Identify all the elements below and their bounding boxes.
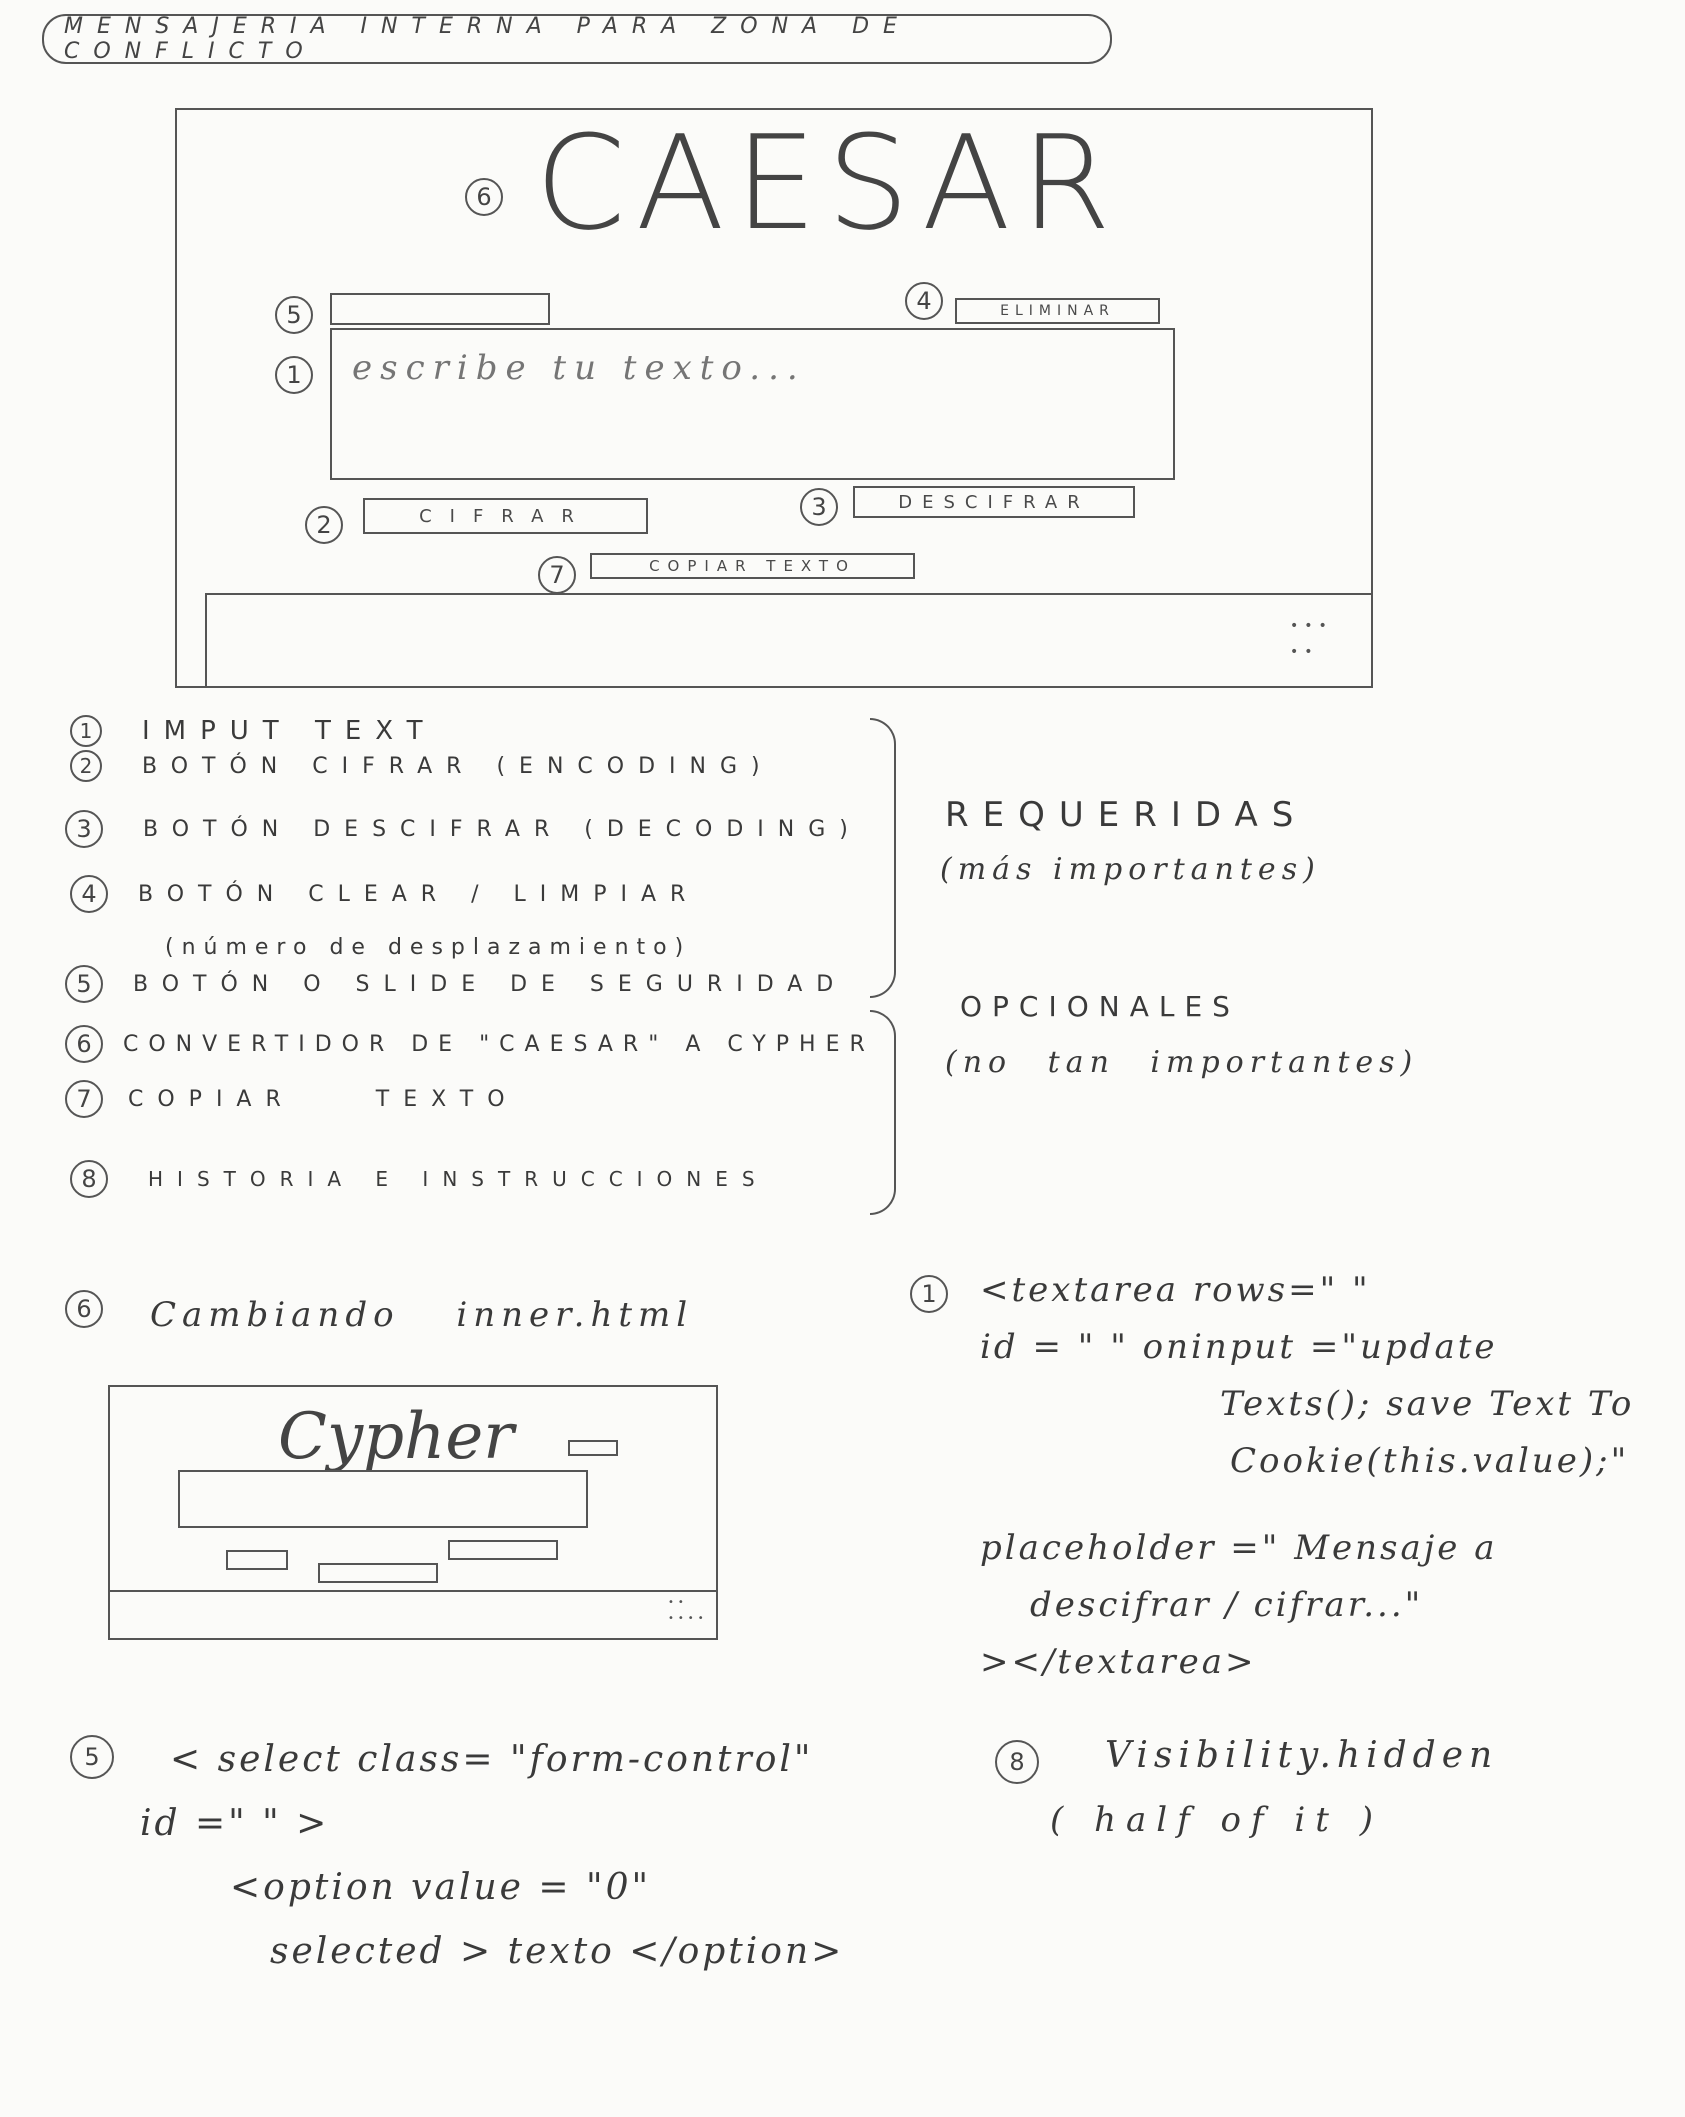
- mockup-window: 6 CAESAR 5 4 ELIMINAR 1 2 CIFRAR 3 DESCI…: [175, 108, 1373, 688]
- code-line: id =" " >: [140, 1803, 330, 1844]
- required-brace: [870, 718, 896, 998]
- feature-item-8: 8 HISTORIA E INSTRUCCIONES: [70, 1160, 769, 1198]
- shift-select[interactable]: [330, 293, 550, 325]
- feature-label: COPIAR TEXTO: [128, 1086, 519, 1112]
- note-8-note: ( half of it ): [1050, 1800, 1383, 1840]
- feature-label: BOTÓN CLEAR / LIMPIAR: [138, 881, 700, 907]
- feature-item-5: 5 BOTÓN O SLIDE DE SEGURIDAD: [65, 965, 847, 1003]
- note-8-text: Visibility.hidden: [1105, 1735, 1499, 1776]
- feature-num: 7: [65, 1080, 103, 1118]
- feature-item-1: 1 IMPUT TEXT: [70, 715, 437, 747]
- decode-button[interactable]: DESCIFRAR: [853, 486, 1135, 518]
- feature-item-3: 3 BOTÓN DESCIFRAR (DECODING): [65, 810, 862, 848]
- marker-7: 7: [538, 556, 576, 594]
- note-1-code: <textarea rows=" " id = " " oninput ="up…: [980, 1262, 1670, 1691]
- code-line: < select class= "form-control": [170, 1739, 814, 1780]
- required-note: (más importantes): [940, 852, 1321, 887]
- feature-item-4: 4 BOTÓN CLEAR / LIMPIAR: [70, 875, 699, 913]
- cypher-textarea[interactable]: [178, 1470, 588, 1528]
- code-line: id = " " oninput ="update: [980, 1327, 1498, 1367]
- cypher-title: Cypher: [278, 1400, 514, 1474]
- code-line: Texts(); save Text To: [1220, 1384, 1635, 1424]
- optional-note: (no tan importantes): [945, 1045, 1419, 1080]
- code-line: selected > texto </option>: [270, 1931, 845, 1972]
- marker-5: 5: [275, 296, 313, 334]
- optional-brace: [870, 1010, 896, 1215]
- delete-button[interactable]: ELIMINAR: [955, 298, 1160, 324]
- marker-4: 4: [905, 282, 943, 320]
- cypher-footer: [108, 1590, 718, 1640]
- note-5-code: < select class= "form-control" id =" " >…: [140, 1728, 940, 1984]
- feature-label: BOTÓN CIFRAR (ENCODING): [142, 753, 774, 779]
- footer-dots-icon: ••• ••: [1290, 618, 1333, 660]
- copy-text-button[interactable]: COPIAR TEXTO: [590, 553, 915, 579]
- note-8-marker: 8: [995, 1740, 1039, 1784]
- code-line: descifrar / cifrar...": [1030, 1585, 1424, 1625]
- cypher-encode-button[interactable]: [226, 1550, 288, 1570]
- marker-1: 1: [275, 356, 313, 394]
- page-title: MENSAJERIA INTERNA PARA ZONA DE CONFLICT…: [64, 14, 911, 64]
- cypher-select[interactable]: [568, 1440, 618, 1456]
- feature-num: 5: [65, 965, 103, 1003]
- message-textarea[interactable]: [330, 328, 1175, 480]
- note-1-marker: 1: [910, 1275, 948, 1313]
- feature-label: HISTORIA E INSTRUCCIONES: [148, 1167, 769, 1191]
- feature-item-7: 7 COPIAR TEXTO: [65, 1080, 519, 1118]
- marker-3: 3: [800, 488, 838, 526]
- encode-button[interactable]: CIFRAR: [363, 498, 648, 534]
- optional-title: OPCIONALES: [960, 990, 1240, 1023]
- feature-num: 6: [65, 1025, 103, 1063]
- mockup-footer: [205, 593, 1373, 688]
- cypher-mockup: Cypher •• ••••: [108, 1385, 718, 1640]
- app-title: CAESAR: [535, 107, 1122, 259]
- feature-num: 2: [70, 750, 102, 782]
- feature-label: CONVERTIDOR DE "CAESAR" A CYPHER: [123, 1031, 875, 1057]
- feature-label: BOTÓN DESCIFRAR (DECODING): [143, 816, 862, 842]
- note-5-marker: 5: [70, 1735, 114, 1779]
- cypher-copy-button[interactable]: [318, 1563, 438, 1583]
- cypher-dots-icon: •• ••••: [668, 1597, 708, 1624]
- note-6-text: Cambiando inner.html: [150, 1295, 694, 1335]
- code-line: <textarea rows=" ": [980, 1270, 1371, 1310]
- feature-list: 1 IMPUT TEXT 2 BOTÓN CIFRAR (ENCODING) 3…: [60, 710, 900, 1210]
- header-banner: MENSAJERIA INTERNA PARA ZONA DE CONFLICT…: [42, 14, 1112, 64]
- cypher-decode-button[interactable]: [448, 1540, 558, 1560]
- feature-num: 8: [70, 1160, 108, 1198]
- code-line: <option value = "0": [230, 1867, 652, 1908]
- feature-num: 1: [70, 715, 102, 747]
- marker-2: 2: [305, 506, 343, 544]
- feature-note-5: (número de desplazamiento): [165, 935, 692, 960]
- code-line: placeholder =" Mensaje a: [980, 1528, 1498, 1568]
- feature-item-2: 2 BOTÓN CIFRAR (ENCODING): [70, 750, 774, 782]
- note-6-marker: 6: [65, 1290, 103, 1328]
- code-line: ></textarea>: [980, 1642, 1257, 1682]
- feature-item-6: 6 CONVERTIDOR DE "CAESAR" A CYPHER: [65, 1025, 875, 1063]
- feature-label: IMPUT TEXT: [142, 716, 437, 746]
- feature-num: 3: [65, 810, 103, 848]
- feature-num: 4: [70, 875, 108, 913]
- required-title: REQUERIDAS: [945, 795, 1308, 835]
- marker-6: 6: [465, 178, 503, 216]
- code-line: Cookie(this.value);": [1230, 1441, 1630, 1481]
- feature-label: BOTÓN O SLIDE DE SEGURIDAD: [133, 971, 848, 997]
